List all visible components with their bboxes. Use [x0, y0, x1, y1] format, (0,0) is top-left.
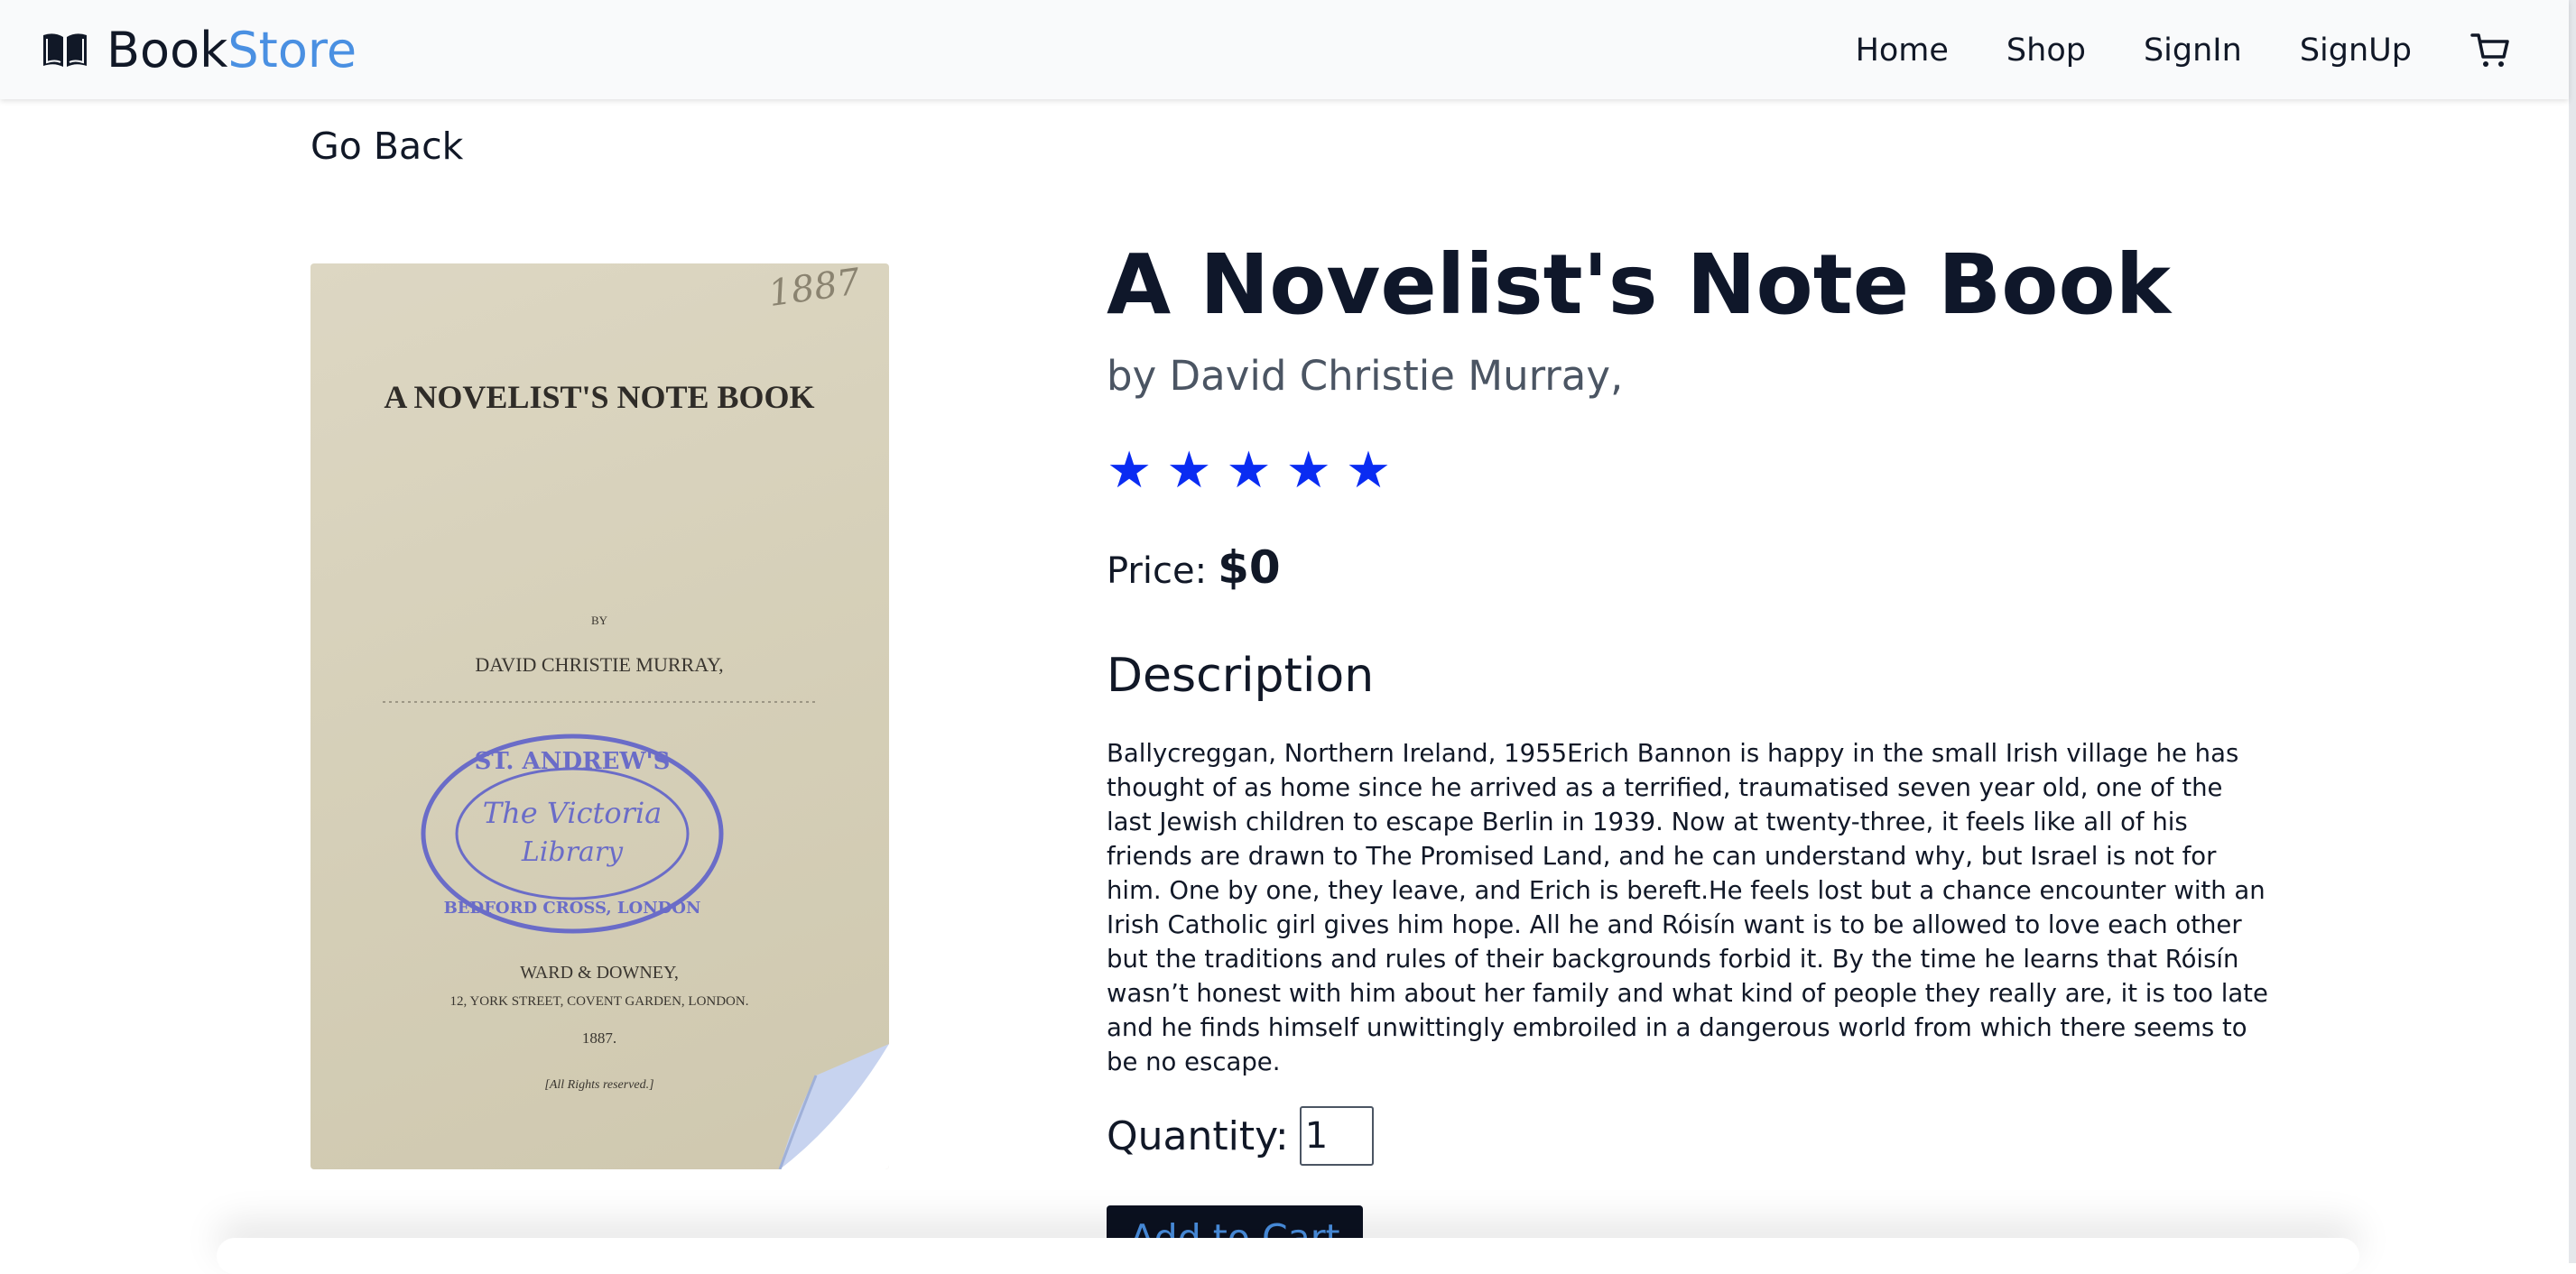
book-details: A Novelist's Note Book by David Christie…	[1107, 226, 2271, 1270]
price-row: Price: $0	[1107, 541, 2271, 594]
cover-by: BY	[591, 614, 608, 627]
brand-name: BookStore	[107, 22, 357, 78]
star-icon: ★	[1226, 441, 1272, 500]
star-icon: ★	[1107, 441, 1153, 500]
cover-year: 1887.	[582, 1029, 616, 1047]
book-cover-art: 1887 A NOVELIST'S NOTE BOOK BY DAVID CHR…	[383, 263, 889, 1169]
cover-title: A NOVELIST'S NOTE BOOK	[384, 379, 814, 415]
book-title: A Novelist's Note Book	[1107, 236, 2171, 333]
stamp-line-2: The Victoria	[483, 796, 663, 830]
cover-address: 12, YORK STREET, COVENT GARDEN, LONDON.	[450, 994, 749, 1009]
shopping-cart-icon[interactable]	[2469, 30, 2511, 71]
nav-link-signin[interactable]: SignIn	[2144, 32, 2242, 69]
cover-publisher: WARD & DOWNEY,	[520, 963, 679, 983]
open-book-icon	[43, 33, 87, 67]
bottom-panel-edge	[217, 1238, 2359, 1274]
cover-handwritten-year: 1887	[766, 263, 864, 315]
navbar: BookStore Home Shop SignIn SignUp	[0, 0, 2569, 99]
brand-logo[interactable]: BookStore	[40, 20, 357, 79]
window-edge	[2569, 0, 2576, 1263]
description-heading: Description	[1107, 649, 1375, 703]
book-author: by David Christie Murray,	[1107, 352, 1624, 400]
price-label: Price:	[1107, 550, 1208, 592]
nav-link-home[interactable]: Home	[1856, 32, 1949, 69]
star-icon: ★	[1166, 441, 1212, 500]
star-icon: ★	[1345, 441, 1392, 500]
page-curl	[778, 1044, 889, 1169]
nav-link-signup[interactable]: SignUp	[2300, 32, 2412, 69]
brand-name-accent: Store	[227, 21, 357, 78]
stamp-line-3: Library	[521, 836, 624, 868]
stamp-line-1: ST. ANDREW'S	[475, 748, 671, 775]
star-icon: ★	[1285, 441, 1331, 500]
quantity-label: Quantity:	[1107, 1112, 1289, 1159]
quantity-input[interactable]	[1299, 1106, 1374, 1166]
brand-name-primary: Book	[107, 21, 228, 78]
rating-stars: ★ ★ ★ ★ ★	[1107, 442, 2271, 500]
library-stamp: ST. ANDREW'S The Victoria Library BEDFOR…	[421, 734, 724, 934]
nav-link-shop[interactable]: Shop	[2006, 32, 2086, 69]
stamp-line-4: BEDFORD CROSS, LONDON	[444, 899, 701, 918]
book-cover-image: 1887 A NOVELIST'S NOTE BOOK BY DAVID CHR…	[310, 263, 889, 1169]
go-back-link[interactable]: Go Back	[310, 125, 463, 168]
cover-author: DAVID CHRISTIE MURRAY,	[475, 653, 723, 676]
quantity-row: Quantity:	[1107, 1106, 2271, 1166]
price-value: $0	[1218, 541, 1281, 594]
nav-menu: Home Shop SignIn SignUp	[1798, 22, 2511, 79]
cover-rights: [All Rights reserved.]	[544, 1078, 653, 1092]
description-text: Ballycreggan, Northern Ireland, 1955Eric…	[1107, 739, 2268, 1076]
